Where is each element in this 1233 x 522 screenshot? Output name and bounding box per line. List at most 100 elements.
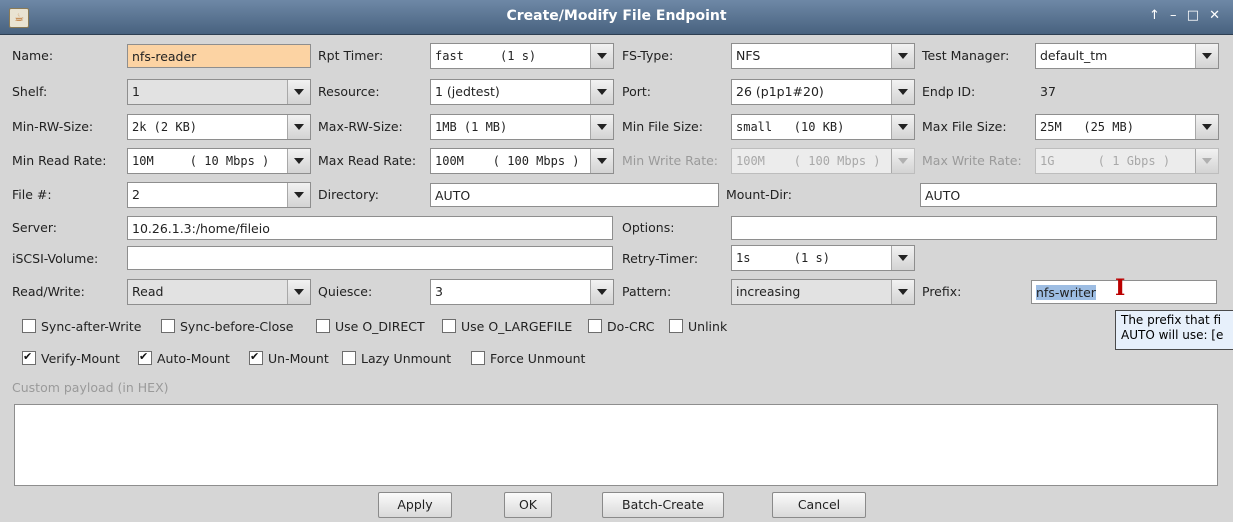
file-num-label: File #: xyxy=(12,187,52,202)
cancel-button[interactable]: Cancel xyxy=(772,492,866,518)
endp-id-label: Endp ID: xyxy=(922,84,976,99)
checkbox-icon xyxy=(316,319,330,333)
rpt-timer-select[interactable]: fast (1 s) xyxy=(430,43,614,69)
chevron-down-icon[interactable] xyxy=(590,80,613,104)
shelf-value: 1 xyxy=(132,84,140,99)
chevron-down-icon[interactable] xyxy=(287,80,310,104)
check-use-o-largefile[interactable]: Use O_LARGEFILE xyxy=(442,317,572,337)
check-force-unmount[interactable]: Force Unmount xyxy=(471,349,585,369)
quiesce-value: 3 xyxy=(435,284,443,299)
chevron-down-icon[interactable] xyxy=(891,280,914,304)
check-label: Auto-Mount xyxy=(157,351,230,366)
max-file-size-select[interactable]: 25M (25 MB) xyxy=(1035,114,1219,140)
check-verify-mount[interactable]: Verify-Mount xyxy=(22,347,120,369)
apply-button[interactable]: Apply xyxy=(378,492,452,518)
read-write-select[interactable]: Read xyxy=(127,279,311,305)
retry-timer-label: Retry-Timer: xyxy=(622,251,699,266)
checkbox-icon xyxy=(342,351,356,365)
check-label: Unlink xyxy=(688,319,728,334)
max-read-rate-select[interactable]: 100M ( 100 Mbps ) xyxy=(430,148,614,174)
quiesce-select[interactable]: 3 xyxy=(430,279,614,305)
check-use-o-direct[interactable]: Use O_DIRECT xyxy=(316,317,425,337)
min-read-rate-select[interactable]: 10M ( 10 Mbps ) xyxy=(127,148,311,174)
directory-field[interactable]: AUTO xyxy=(430,183,719,207)
check-label: Use O_LARGEFILE xyxy=(461,319,573,334)
window-controls[interactable]: ↑ – □ ✕ xyxy=(1149,8,1223,23)
chevron-down-icon[interactable] xyxy=(287,183,310,207)
chevron-down-icon[interactable] xyxy=(287,280,310,304)
max-rw-size-select[interactable]: 1MB (1 MB) xyxy=(430,114,614,140)
server-field[interactable]: 10.26.1.3:/home/fileio xyxy=(127,216,613,240)
check-label: Force Unmount xyxy=(490,351,586,366)
payload-label: Custom payload (in HEX) xyxy=(12,380,169,395)
chevron-down-icon[interactable] xyxy=(590,115,613,139)
test-manager-select[interactable]: default_tm xyxy=(1035,43,1219,69)
checkbox-icon xyxy=(161,319,175,333)
min-read-rate-label: Min Read Rate: xyxy=(12,153,107,168)
check-label: Verify-Mount xyxy=(41,351,120,366)
server-label: Server: xyxy=(12,220,57,235)
chevron-down-icon[interactable] xyxy=(891,80,914,104)
pattern-select[interactable]: increasing xyxy=(731,279,915,305)
min-rw-size-label: Min-RW-Size: xyxy=(12,119,94,134)
checkbox-checked-icon xyxy=(138,347,152,367)
chevron-down-icon[interactable] xyxy=(287,115,310,139)
check-auto-mount[interactable]: Auto-Mount xyxy=(138,347,230,369)
check-do-crc[interactable]: Do-CRC xyxy=(588,317,655,337)
check-label: Sync-before-Close xyxy=(180,319,294,334)
max-read-rate-label: Max Read Rate: xyxy=(318,153,417,168)
check-label: Use O_DIRECT xyxy=(335,319,425,334)
port-select[interactable]: 26 (p1p1#20) xyxy=(731,79,915,105)
min-rw-size-select[interactable]: 2k (2 KB) xyxy=(127,114,311,140)
mount-dir-label: Mount-Dir: xyxy=(726,187,792,202)
resource-select[interactable]: 1 (jedtest) xyxy=(430,79,614,105)
check-sync-before-close[interactable]: Sync-before-Close xyxy=(161,317,293,337)
chevron-down-icon[interactable] xyxy=(891,246,914,270)
check-un-mount[interactable]: Un-Mount xyxy=(249,347,329,369)
chevron-down-icon[interactable] xyxy=(891,44,914,68)
port-value: 26 (p1p1#20) xyxy=(736,84,824,99)
max-rw-size-value: 1MB (1 MB) xyxy=(435,120,508,134)
chevron-down-icon[interactable] xyxy=(1195,44,1218,68)
min-write-rate-label: Min Write Rate: xyxy=(622,153,719,168)
options-field[interactable] xyxy=(731,216,1217,240)
endp-id-value: 37 xyxy=(1040,84,1056,99)
file-num-select[interactable]: 2 xyxy=(127,182,311,208)
retry-timer-select[interactable]: 1s (1 s) xyxy=(731,245,915,271)
batch-create-button[interactable]: Batch-Create xyxy=(602,492,724,518)
payload-textarea[interactable] xyxy=(14,404,1218,486)
name-label: Name: xyxy=(12,48,54,63)
max-rw-size-label: Max-RW-Size: xyxy=(318,119,403,134)
min-file-size-select[interactable]: small (10 KB) xyxy=(731,114,915,140)
options-label: Options: xyxy=(622,220,675,235)
fs-type-select[interactable]: NFS xyxy=(731,43,915,69)
chevron-down-icon[interactable] xyxy=(1195,115,1218,139)
chevron-down-icon[interactable] xyxy=(590,280,613,304)
chevron-down-icon[interactable] xyxy=(590,44,613,68)
checkbox-checked-icon xyxy=(22,347,36,367)
dialog-body: Name: nfs-reader Rpt Timer: fast (1 s) F… xyxy=(6,35,1227,519)
pattern-value: increasing xyxy=(736,284,801,299)
chevron-down-icon[interactable] xyxy=(590,149,613,173)
iscsi-volume-field[interactable] xyxy=(127,246,613,270)
prefix-tooltip: The prefix that fi AUTO will use: [e xyxy=(1115,310,1233,350)
checkbox-icon xyxy=(442,319,456,333)
shelf-select[interactable]: 1 xyxy=(127,79,311,105)
ok-button[interactable]: OK xyxy=(504,492,552,518)
min-rw-size-value: 2k (2 KB) xyxy=(132,120,198,134)
window-title: Create/Modify File Endpoint xyxy=(506,8,727,24)
retry-timer-value: 1s (1 s) xyxy=(736,251,830,265)
mount-dir-field[interactable]: AUTO xyxy=(920,183,1217,207)
min-file-size-label: Min File Size: xyxy=(622,119,703,134)
name-field[interactable]: nfs-reader xyxy=(127,44,311,68)
chevron-down-icon[interactable] xyxy=(891,115,914,139)
check-label: Sync-after-Write xyxy=(41,319,142,334)
prefix-value: nfs-writer xyxy=(1036,285,1096,300)
shelf-label: Shelf: xyxy=(12,84,48,99)
check-unlink[interactable]: Unlink xyxy=(669,317,727,337)
check-sync-after-write[interactable]: Sync-after-Write xyxy=(22,317,141,337)
check-lazy-unmount[interactable]: Lazy Unmount xyxy=(342,349,451,369)
max-write-rate-value: 1G ( 1 Gbps ) xyxy=(1040,154,1171,168)
quiesce-label: Quiesce: xyxy=(318,284,373,299)
chevron-down-icon[interactable] xyxy=(287,149,310,173)
